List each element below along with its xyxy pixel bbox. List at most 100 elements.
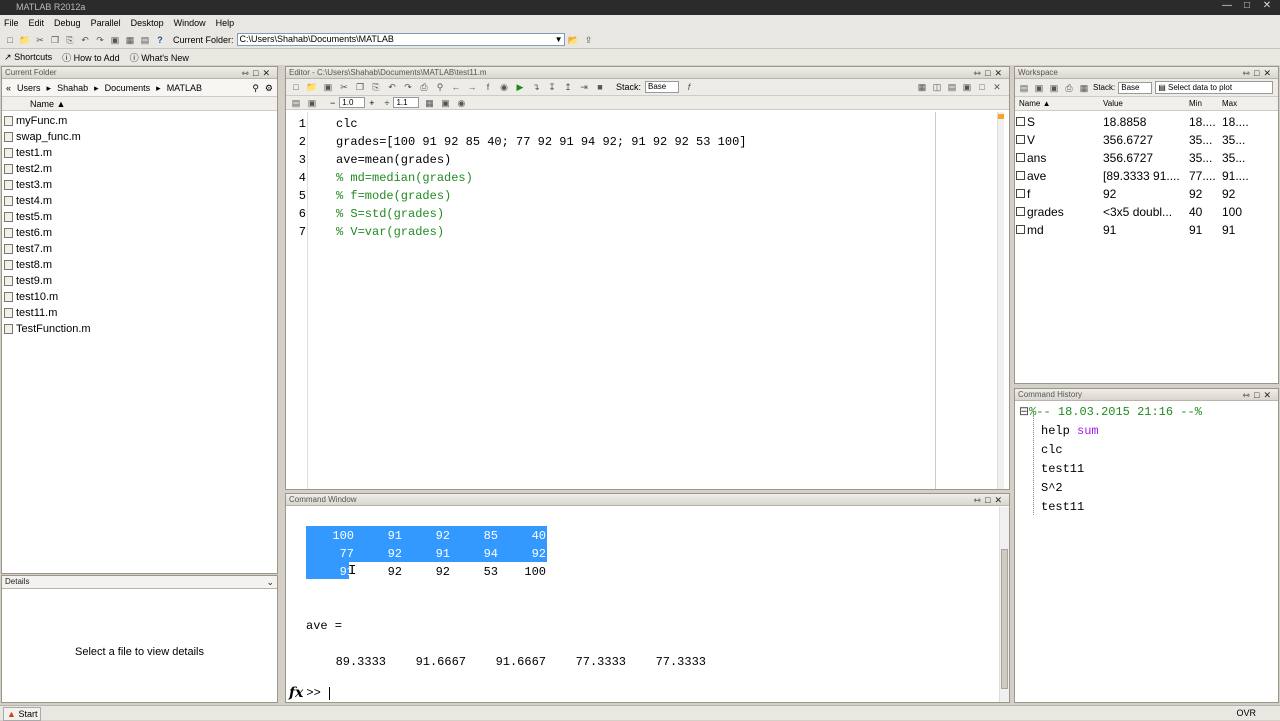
col-max[interactable]: Max bbox=[1222, 97, 1262, 110]
float-icon[interactable]: ▣ bbox=[961, 81, 973, 93]
search-icon[interactable]: ⚲ bbox=[252, 79, 259, 96]
up-folder-icon[interactable]: ⇪ bbox=[583, 34, 595, 46]
cut-icon[interactable]: ✂ bbox=[34, 34, 46, 46]
menu-parallel[interactable]: Parallel bbox=[91, 18, 121, 28]
panel-buttons[interactable]: ⇿□✕ bbox=[973, 494, 1006, 506]
cell-eval-adv-icon[interactable]: ▣ bbox=[439, 97, 451, 109]
forward-icon[interactable]: → bbox=[466, 81, 478, 93]
collapse-icon[interactable]: ⊟ bbox=[1019, 405, 1029, 419]
cell-div[interactable]: ÷ bbox=[385, 98, 390, 108]
command-output[interactable]: 100 91 92 85 40 77 92 91 94 92 91 92 92 … bbox=[286, 507, 999, 690]
menu-help[interactable]: Help bbox=[216, 18, 235, 28]
menu-debug[interactable]: Debug bbox=[54, 18, 81, 28]
cell-plus[interactable]: + bbox=[369, 98, 374, 108]
browse-folder-icon[interactable]: 📂 bbox=[568, 34, 580, 46]
import-icon[interactable]: ▣ bbox=[1033, 82, 1045, 94]
history-session[interactable]: ⊟%-- 18.03.2015 21:16 --% bbox=[1015, 403, 1278, 422]
function-icon[interactable]: f bbox=[482, 81, 494, 93]
panel-buttons[interactable]: ⇿□✕ bbox=[1242, 389, 1275, 401]
debug-step-icon[interactable]: ↴ bbox=[530, 81, 542, 93]
list-item[interactable]: test4.m bbox=[2, 193, 277, 209]
cell-run-icon[interactable]: ▣ bbox=[306, 97, 318, 109]
table-row[interactable]: f 92 92 92 bbox=[1015, 185, 1278, 203]
exit-debug-icon[interactable]: ■ bbox=[594, 81, 606, 93]
cell-help-icon[interactable]: ◉ bbox=[455, 97, 467, 109]
print-icon[interactable]: ⎙ bbox=[1063, 82, 1075, 94]
col-value[interactable]: Value bbox=[1103, 97, 1189, 110]
nav-back-icon[interactable]: « bbox=[6, 79, 11, 96]
command-prompt-row[interactable]: fx >> bbox=[286, 684, 999, 702]
history-item[interactable]: test11 bbox=[1015, 460, 1278, 479]
stack-select[interactable]: Base bbox=[645, 81, 680, 93]
run-icon[interactable]: ▶ bbox=[514, 81, 526, 93]
code-area[interactable]: 1 clc 2 grades=[100 91 92 85 40; 77 92 91 … bbox=[286, 112, 1004, 489]
current-folder-field[interactable]: C:\Users\Shahab\Documents\MATLAB ▼ bbox=[236, 33, 565, 46]
new-variable-icon[interactable]: ▤ bbox=[1018, 82, 1030, 94]
menu-edit[interactable]: Edit bbox=[29, 18, 45, 28]
table-row[interactable]: S 18.8858 18.... 18.... bbox=[1015, 113, 1278, 131]
menu-file[interactable]: File bbox=[4, 18, 19, 28]
list-item[interactable]: test6.m bbox=[2, 225, 277, 241]
list-item[interactable]: test7.m bbox=[2, 241, 277, 257]
warning-marker[interactable] bbox=[998, 114, 1004, 119]
undo-icon[interactable]: ↶ bbox=[386, 81, 398, 93]
print-icon[interactable]: ⎙ bbox=[418, 81, 430, 93]
table-row[interactable]: ans 356.6727 35... 35... bbox=[1015, 149, 1278, 167]
cut-icon[interactable]: ✂ bbox=[338, 81, 350, 93]
simulink-icon[interactable]: ▣ bbox=[109, 34, 121, 46]
delete-icon[interactable]: ▦ bbox=[1078, 82, 1090, 94]
cell-eval-icon[interactable]: ▦ bbox=[423, 97, 435, 109]
list-item[interactable]: test10.m bbox=[2, 289, 277, 305]
panel-buttons[interactable]: ⇿□✕ bbox=[241, 67, 274, 79]
guide-icon[interactable]: ▦ bbox=[124, 34, 136, 46]
details-header[interactable]: Details ⌄ bbox=[2, 576, 277, 589]
panel-buttons[interactable]: ⇿□✕ bbox=[1242, 67, 1275, 79]
back-icon[interactable]: ← bbox=[450, 81, 462, 93]
maximize-icon[interactable]: □ bbox=[976, 81, 988, 93]
copy-icon[interactable]: ❐ bbox=[49, 34, 61, 46]
menu-window[interactable]: Window bbox=[174, 18, 206, 28]
profiler-icon[interactable]: ▤ bbox=[139, 34, 151, 46]
cell-icon[interactable]: ▤ bbox=[290, 97, 302, 109]
gear-icon[interactable]: ⚙ bbox=[265, 79, 273, 96]
name-column-header[interactable]: Name ▲ bbox=[2, 97, 277, 111]
list-item[interactable]: test11.m bbox=[2, 305, 277, 321]
maximize-icon[interactable]: □ bbox=[1238, 0, 1256, 12]
history-item[interactable]: clc bbox=[1015, 441, 1278, 460]
table-row[interactable]: ave [89.3333 91.... 77.... 91.... bbox=[1015, 167, 1278, 185]
breadcrumb-shahab[interactable]: Shahab bbox=[57, 79, 88, 96]
redo-icon[interactable]: ↷ bbox=[94, 34, 106, 46]
split-horizontal-icon[interactable]: ▤ bbox=[946, 81, 958, 93]
list-item[interactable]: test9.m bbox=[2, 273, 277, 289]
help-icon[interactable]: ? bbox=[154, 34, 166, 46]
open-file-icon[interactable]: 📁 bbox=[19, 34, 31, 46]
open-file-icon[interactable]: 📁 bbox=[306, 81, 318, 93]
list-item[interactable]: test2.m bbox=[2, 161, 277, 177]
list-item[interactable]: test1.m bbox=[2, 145, 277, 161]
list-item[interactable]: swap_func.m bbox=[2, 129, 277, 145]
history-item[interactable]: help sum bbox=[1015, 422, 1278, 441]
fx-icon[interactable]: fx bbox=[289, 684, 303, 702]
history-item[interactable]: S^2 bbox=[1015, 479, 1278, 498]
new-file-icon[interactable]: □ bbox=[290, 81, 302, 93]
table-row[interactable]: grades <3x5 doubl... 40 100 bbox=[1015, 203, 1278, 221]
menu-desktop[interactable]: Desktop bbox=[131, 18, 164, 28]
history-item[interactable]: test11 bbox=[1015, 498, 1278, 517]
whats-new-link[interactable]: ⓘ What's New bbox=[130, 51, 189, 64]
paste-icon[interactable]: ⎘ bbox=[370, 81, 382, 93]
plot-select[interactable]: ▤ Select data to plot bbox=[1155, 81, 1274, 94]
breadcrumb-matlab[interactable]: MATLAB bbox=[167, 79, 202, 96]
col-min[interactable]: Min bbox=[1189, 97, 1222, 110]
breakpoint-icon[interactable]: ◉ bbox=[498, 81, 510, 93]
cell-minus[interactable]: − bbox=[330, 98, 335, 108]
cell-value2-input[interactable]: 1.1 bbox=[393, 97, 420, 108]
paste-icon[interactable]: ⎘ bbox=[64, 34, 76, 46]
scrollbar-thumb[interactable] bbox=[1001, 549, 1008, 689]
chevron-down-icon[interactable]: ⌄ bbox=[266, 576, 274, 588]
cell-value1-input[interactable]: 1.0 bbox=[339, 97, 366, 108]
step-out-icon[interactable]: ↥ bbox=[562, 81, 574, 93]
step-in-icon[interactable]: ↧ bbox=[546, 81, 558, 93]
stack-select[interactable]: Base bbox=[1118, 81, 1153, 94]
find-icon[interactable]: ⚲ bbox=[434, 81, 446, 93]
list-item[interactable]: myFunc.m bbox=[2, 113, 277, 129]
